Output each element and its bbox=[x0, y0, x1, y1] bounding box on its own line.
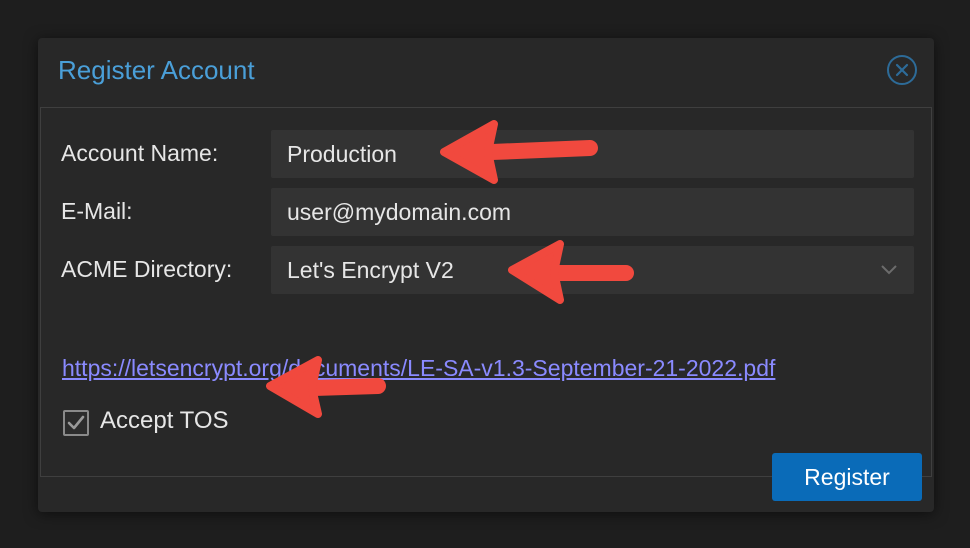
register-button[interactable]: Register bbox=[772, 453, 922, 501]
acme-directory-value: Let's Encrypt V2 bbox=[287, 257, 454, 283]
account-name-value: Production bbox=[287, 141, 397, 167]
register-account-dialog: Register Account Account Name: Productio… bbox=[38, 38, 934, 512]
dialog-title-bar[interactable]: Register Account bbox=[38, 38, 934, 106]
close-button[interactable] bbox=[887, 55, 917, 85]
tos-link[interactable]: https://letsencrypt.org/documents/LE-SA-… bbox=[62, 355, 775, 382]
email-label: E-Mail: bbox=[61, 198, 133, 224]
acme-directory-label: ACME Directory: bbox=[61, 256, 233, 282]
email-value: user@mydomain.com bbox=[287, 199, 512, 225]
account-name-label: Account Name: bbox=[61, 140, 219, 166]
chevron-down-icon[interactable] bbox=[879, 262, 899, 276]
dialog-title: Register Account bbox=[58, 55, 255, 85]
annotation-arrow-icon bbox=[266, 356, 386, 418]
checkmark-icon bbox=[67, 415, 85, 430]
annotation-arrow-icon bbox=[440, 120, 598, 184]
annotation-arrow-icon bbox=[508, 240, 634, 304]
email-field[interactable]: user@mydomain.com bbox=[271, 188, 914, 236]
accept-tos-checkbox[interactable] bbox=[63, 410, 89, 436]
accept-tos-label: Accept TOS bbox=[100, 407, 229, 434]
close-icon bbox=[895, 63, 909, 77]
